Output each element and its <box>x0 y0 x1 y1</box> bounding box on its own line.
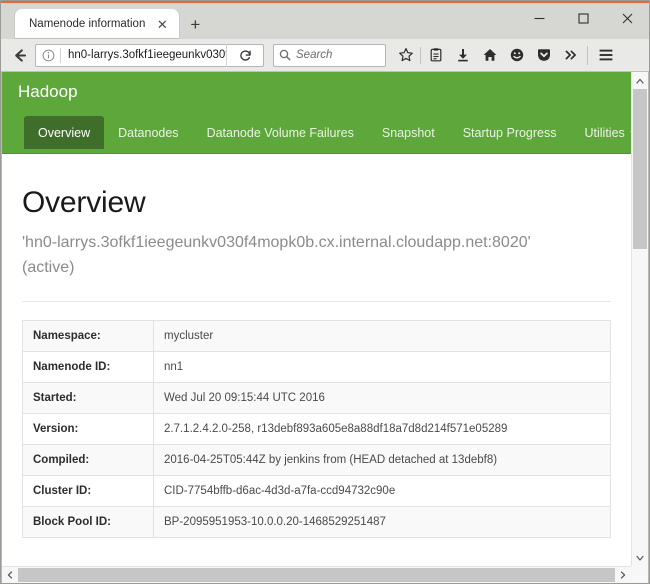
close-icon[interactable]: ✕ <box>153 15 171 33</box>
table-cell-key: Compiled: <box>22 443 154 476</box>
table-cell-key: Started: <box>22 381 154 414</box>
menu-divider <box>587 45 588 65</box>
table-cell-key: Namespace: <box>22 319 154 352</box>
table-row: Cluster ID: CID-7754bffb-d6ac-4d3d-a7fa-… <box>22 474 611 507</box>
new-tab-button[interactable]: + <box>181 9 209 39</box>
maximize-icon[interactable] <box>561 3 605 33</box>
table-row: Started: Wed Jul 20 09:15:44 UTC 2016 <box>22 381 611 414</box>
hamburger-menu-icon[interactable] <box>592 42 619 68</box>
bookmark-star-icon[interactable] <box>392 42 419 68</box>
nav-item-startup-progress[interactable]: Startup Progress <box>449 116 571 149</box>
table-cell-value: BP-2095951953-10.0.0.20-1468529251487 <box>153 505 611 538</box>
table-row: Block Pool ID: BP-2095951953-10.0.0.20-1… <box>22 505 611 538</box>
hadoop-nav: Overview Datanodes Datanode Volume Failu… <box>24 116 631 149</box>
table-cell-value: nn1 <box>153 350 611 383</box>
namenode-address: 'hn0-larrys.3ofkf1ieegeunkv030f4mopk0b.c… <box>22 234 531 251</box>
table-cell-value: 2016-04-25T05:44Z by jenkins from (HEAD … <box>153 443 611 476</box>
scroll-down-icon[interactable] <box>632 549 648 566</box>
tab-strip: Namenode information ✕ + <box>1 3 649 39</box>
feedback-smiley-icon[interactable] <box>503 42 530 68</box>
page-subtitle: 'hn0-larrys.3ofkf1ieegeunkv030f4mopk0b.c… <box>22 231 611 281</box>
table-cell-key: Cluster ID: <box>22 474 154 507</box>
reader-list-icon[interactable] <box>422 42 449 68</box>
cluster-info-body: Namespace: mycluster Namenode ID: nn1 St… <box>22 319 611 538</box>
nav-item-label: Utilities <box>584 125 625 140</box>
nav-item-datanode-volume-failures[interactable]: Datanode Volume Failures <box>193 116 368 149</box>
close-window-icon[interactable] <box>605 3 649 33</box>
table-row: Namespace: mycluster <box>22 319 611 352</box>
cluster-info-table: Namespace: mycluster Namenode ID: nn1 St… <box>22 319 611 538</box>
page-title: Overview <box>22 186 146 219</box>
search-icon <box>274 49 296 61</box>
navigation-toolbar: hn0-larrys.3ofkf1ieegeunkv030f Search <box>1 39 649 72</box>
horizontal-scrollbar[interactable] <box>2 566 648 583</box>
web-page: Hadoop Overview Datanodes Datanode Volum… <box>2 72 631 566</box>
scroll-up-icon[interactable] <box>632 72 648 89</box>
nav-item-label: Overview <box>38 125 91 140</box>
info-circle-icon[interactable] <box>36 49 60 62</box>
namenode-state: (active) <box>22 258 75 276</box>
overflow-chevrons-icon[interactable] <box>557 42 584 68</box>
home-icon[interactable] <box>476 42 503 68</box>
vertical-scrollbar-thumb[interactable] <box>633 89 647 249</box>
scroll-right-icon[interactable] <box>615 567 631 583</box>
nav-item-label: Datanode Volume Failures <box>206 125 354 140</box>
address-bar[interactable]: hn0-larrys.3ofkf1ieegeunkv030f <box>35 43 264 67</box>
horizontal-scrollbar-thumb[interactable] <box>18 568 615 582</box>
downloads-icon[interactable] <box>449 42 476 68</box>
toolbar-icons <box>392 42 619 68</box>
hadoop-header: Hadoop Overview Datanodes Datanode Volum… <box>2 72 631 154</box>
search-input[interactable]: Search <box>296 49 332 61</box>
nav-item-datanodes[interactable]: Datanodes <box>104 116 192 149</box>
scrollbar-corner <box>631 566 648 583</box>
nav-item-utilities[interactable]: Utilities <box>571 116 631 149</box>
pocket-icon[interactable] <box>530 42 557 68</box>
table-cell-value: CID-7754bffb-d6ac-4d3d-a7fa-ccd94732c90e <box>153 474 611 507</box>
minimize-icon[interactable] <box>517 3 561 33</box>
table-cell-key: Namenode ID: <box>22 350 154 383</box>
back-arrow-icon[interactable] <box>7 42 33 68</box>
toolbar-divider <box>420 46 421 64</box>
hadoop-brand[interactable]: Hadoop <box>18 83 631 100</box>
table-row: Compiled: 2016-04-25T05:44Z by jenkins f… <box>22 443 611 476</box>
browser-tab[interactable]: Namenode information ✕ <box>15 9 180 39</box>
search-bar[interactable]: Search <box>273 43 386 67</box>
nav-item-label: Startup Progress <box>462 125 557 140</box>
table-row: Version: 2.7.1.2.4.2.0-258, r13debf893a6… <box>22 412 611 445</box>
window-controls <box>517 3 649 33</box>
table-cell-value: Wed Jul 20 09:15:44 UTC 2016 <box>153 381 611 414</box>
scroll-left-icon[interactable] <box>2 567 18 583</box>
table-cell-key: Version: <box>22 412 154 445</box>
browser-window: Namenode information ✕ + hn0-larrys.3ofk… <box>0 0 650 584</box>
table-cell-value: 2.7.1.2.4.2.0-258, r13debf893a605e8a88df… <box>153 412 611 445</box>
table-cell-key: Block Pool ID: <box>22 505 154 538</box>
content-divider <box>22 300 611 302</box>
reload-icon[interactable] <box>226 43 263 67</box>
nav-item-snapshot[interactable]: Snapshot <box>368 116 449 149</box>
nav-item-label: Datanodes <box>118 125 179 140</box>
page-content: Overview 'hn0-larrys.3ofkf1ieegeunkv030f… <box>2 186 631 538</box>
url-input[interactable]: hn0-larrys.3ofkf1ieegeunkv030f <box>61 49 226 61</box>
table-cell-value: mycluster <box>153 319 611 352</box>
nav-item-label: Snapshot <box>381 125 435 140</box>
nav-item-overview[interactable]: Overview <box>24 116 105 149</box>
browser-tab-title: Namenode information <box>29 18 146 30</box>
vertical-scrollbar[interactable] <box>631 72 648 566</box>
table-row: Namenode ID: nn1 <box>22 350 611 383</box>
page-viewport: Hadoop Overview Datanodes Datanode Volum… <box>1 72 649 583</box>
